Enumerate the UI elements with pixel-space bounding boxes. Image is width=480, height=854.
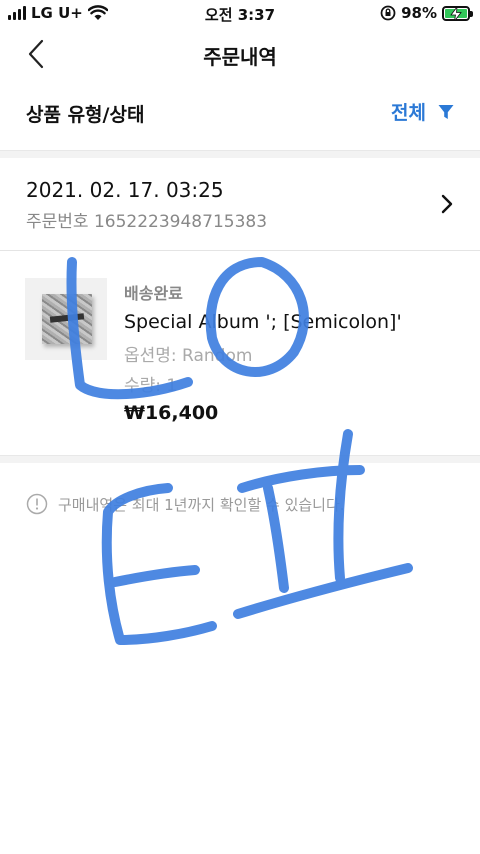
funnel-icon[interactable] [438,104,454,120]
filter-row: 상품 유형/상태 전체 [0,88,480,138]
info-icon [26,493,48,515]
notice: 구매내역은 최대 1년까지 확인할 수 있습니다. [26,493,345,515]
divider [0,250,480,251]
handwriting-stroke [233,563,413,619]
delivery-status: 배송완료 [124,284,183,303]
handwriting-stroke [237,465,365,493]
product-name: Special Album '; [Semicolon]' [124,311,402,333]
product-option: 옵션명: Random [124,346,253,366]
order-header[interactable]: 2021. 02. 17. 03:25 주문번호 165222394871538… [0,160,480,250]
page-title: 주문내역 [203,45,277,69]
battery-charging-icon [442,5,473,21]
section-divider [0,150,480,158]
nav-bar: 주문내역 [0,28,480,80]
filter-value[interactable]: 전체 [391,98,426,125]
order-date: 2021. 02. 17. 03:25 [26,178,224,202]
order-number: 주문번호 1652223948715383 [26,212,268,232]
rotation-lock-icon [380,5,396,21]
battery-percent: 98% [401,4,437,22]
filter-button[interactable]: 전체 [391,98,454,125]
album-image [42,294,92,344]
product-item[interactable]: 배송완료 Special Album '; [Semicolon]' 옵션명: … [0,262,480,442]
status-bar: LG U+ 오전 3:37 98% [0,0,480,28]
chevron-right-icon[interactable] [440,193,454,215]
filter-label: 상품 유형/상태 [26,104,145,126]
handwriting-stroke [110,565,200,587]
product-quantity: 수량: 1 [124,376,178,396]
notice-text: 구매내역은 최대 1년까지 확인할 수 있습니다. [58,495,345,514]
product-price: ₩16,400 [124,402,219,424]
product-thumbnail[interactable] [25,278,107,360]
section-divider-bottom [0,455,480,463]
